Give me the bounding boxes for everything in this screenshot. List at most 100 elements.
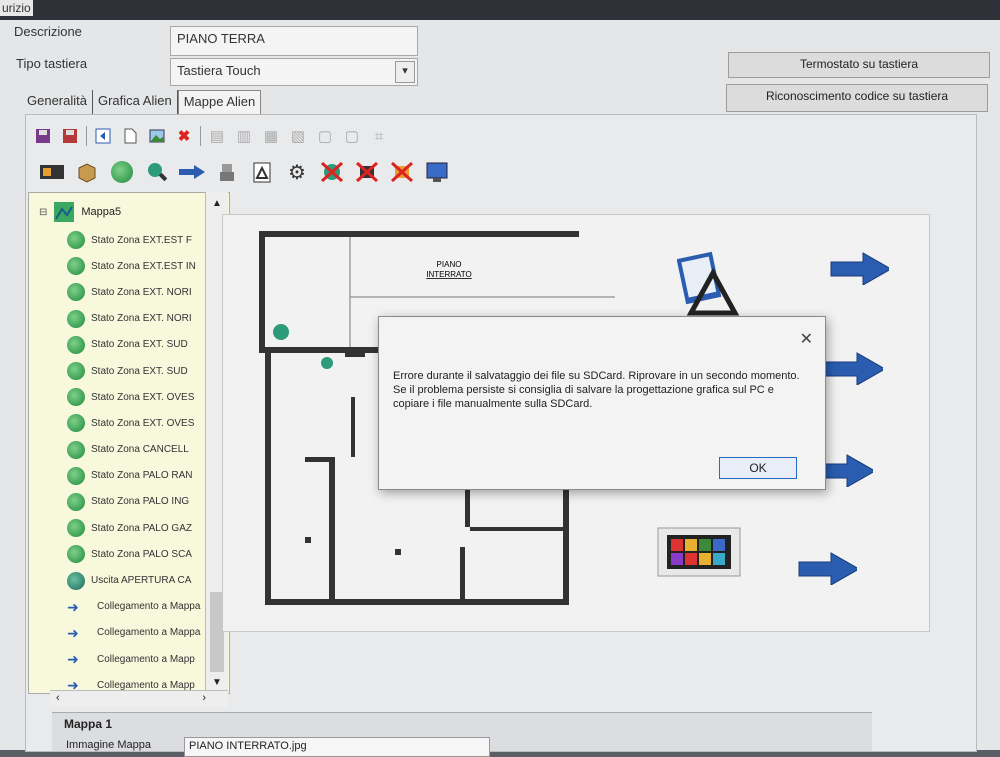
tree-item-label: Stato Zona PALO GAZ <box>91 522 192 534</box>
blue-arrow-icon: ➜ <box>67 598 79 615</box>
green-sensor-icon <box>67 545 85 564</box>
same-width-icon[interactable]: ▢ <box>341 125 363 147</box>
toolbar-objects: ⚙ <box>38 156 451 188</box>
tree-item-label: Collegamento a Mapp <box>97 653 195 665</box>
collapse-icon[interactable]: ⊟ <box>39 207 47 218</box>
descrizione-label: Descrizione <box>14 24 82 39</box>
align-top-icon[interactable]: ▥ <box>233 125 255 147</box>
image-icon[interactable] <box>146 125 168 147</box>
delete-icon[interactable]: ✖ <box>173 125 195 147</box>
image-map-value: PIANO INTERRATO.jpg <box>189 740 307 752</box>
new-page-icon[interactable] <box>119 125 141 147</box>
tree-item-label: Stato Zona EXT. OVES <box>91 417 195 429</box>
ok-button[interactable]: OK <box>719 457 797 479</box>
map-link-arrow-icon[interactable] <box>797 551 857 585</box>
keypad-icon[interactable] <box>38 158 66 186</box>
chevron-down-icon[interactable]: ▾ <box>395 61 415 83</box>
green-sensor-icon <box>67 492 85 511</box>
tree-item-label: Collegamento a Mappa <box>97 601 201 613</box>
close-icon[interactable]: ✕ <box>800 329 813 349</box>
green-sensor-icon <box>67 388 85 407</box>
tree-item-label: Stato Zona EXT.EST IN <box>91 260 196 272</box>
tree-item-label: Stato Zona PALO ING <box>91 496 190 508</box>
map-link-arrow-icon[interactable] <box>178 158 206 186</box>
box-icon[interactable] <box>73 158 101 186</box>
zone-sensor-icon[interactable] <box>108 158 136 186</box>
tree-item-label: Collegamento a Mappa <box>97 627 201 639</box>
tree-root-node[interactable]: ⊟ Mappa5 <box>39 201 121 223</box>
back-icon[interactable] <box>92 125 114 147</box>
image-map-input[interactable]: PIANO INTERRATO.jpg <box>184 737 490 757</box>
scenario-palette-icon[interactable] <box>657 527 741 577</box>
tree-item-label: Stato Zona EXT.EST F <box>91 234 192 246</box>
riconoscimento-codice-button[interactable]: Riconoscimento codice su tastiera <box>726 84 988 112</box>
plan-label-interrato: INTERRATO <box>426 270 471 279</box>
descrizione-input[interactable]: PIANO TERRA <box>170 26 418 56</box>
keypad-device-icon[interactable] <box>677 251 747 321</box>
window-title: urizio <box>0 0 33 16</box>
tab-generalita[interactable]: Generalità <box>22 90 93 114</box>
green-sensor-icon <box>67 231 85 250</box>
gear-icon[interactable]: ⚙ <box>283 158 311 186</box>
tree-horizontal-scrollbar[interactable]: ‹ › <box>50 690 228 707</box>
map-link-arrow-icon[interactable] <box>823 351 883 385</box>
tab-mappe-alien[interactable]: Mappe Alien <box>177 90 262 114</box>
app-window: urizio Descrizione PIANO TERRA Tipo tast… <box>0 0 1000 757</box>
green-sensor-icon <box>67 414 85 433</box>
title-bar: urizio <box>0 0 1000 20</box>
tree-item-label: Uscita APERTURA CA <box>91 575 192 587</box>
tree-item-label: Stato Zona EXT. OVES <box>91 391 195 403</box>
zone-disabled-icon[interactable] <box>318 158 346 186</box>
green-sensor-icon <box>67 309 85 328</box>
scroll-right-icon[interactable]: › <box>202 692 206 704</box>
green-sensor-icon <box>67 466 85 485</box>
align-left-icon[interactable]: ▤ <box>206 125 228 147</box>
magnifier-icon <box>67 571 85 590</box>
scroll-up-icon[interactable]: ▲ <box>206 198 228 209</box>
error-dialog: ✕ Errore durante il salvataggio dei file… <box>378 316 826 490</box>
tipo-tastiera-value: Tastiera Touch <box>177 63 261 78</box>
green-sensor-icon <box>67 440 85 459</box>
map-objects-tree[interactable]: ⊟ Mappa5 Stato Zona EXT.EST F Stato Zona … <box>28 192 230 694</box>
tree-item-label: Stato Zona PALO RAN <box>91 470 193 482</box>
blue-arrow-icon: ➜ <box>67 624 79 641</box>
scenario-disabled-icon[interactable] <box>388 158 416 186</box>
green-sensor-icon <box>67 519 85 538</box>
plan-label-piano: PIANO <box>437 260 462 269</box>
output-disabled-icon[interactable] <box>353 158 381 186</box>
align-right-icon[interactable]: ▧ <box>287 125 309 147</box>
tab-grafica-alien[interactable]: Grafica Alien <box>93 90 178 114</box>
monitor-icon[interactable] <box>423 158 451 186</box>
tree-item-label: Stato Zona EXT. SUD <box>91 339 188 351</box>
robot-icon[interactable] <box>213 158 241 186</box>
green-sensor-icon <box>67 362 85 381</box>
tipo-tastiera-label: Tipo tastiera <box>16 56 88 71</box>
tab-bar: Generalità Grafica Alien Mappe Alien <box>22 90 262 114</box>
tree-root-label: Mappa5 <box>81 206 122 218</box>
same-size-icon[interactable]: ▢ <box>314 125 336 147</box>
map-properties: Mappa 1 Immagine Mappa PIANO INTERRATO.j… <box>52 712 872 757</box>
toolbar-top: ✖ ▤ ▥ ▦ ▧ ▢ ▢ ⌗ <box>32 122 390 150</box>
map-icon <box>54 202 75 222</box>
map-link-arrow-icon[interactable] <box>829 251 889 285</box>
align-bottom-icon[interactable]: ▦ <box>260 125 282 147</box>
green-sensor-icon <box>67 283 85 302</box>
toolbar-separator <box>86 126 87 146</box>
green-sensor-icon <box>67 335 85 354</box>
tree-item-label: Stato Zona EXT. NORI <box>91 313 192 325</box>
tree-item-label: Stato Zona EXT. NORI <box>91 286 192 298</box>
output-magnifier-icon[interactable] <box>143 158 171 186</box>
scroll-left-icon[interactable]: ‹ <box>56 692 60 704</box>
save-sdcard-icon[interactable] <box>59 125 81 147</box>
tree-item-label: Stato Zona CANCELL <box>91 444 189 456</box>
scroll-down-icon[interactable]: ▼ <box>212 677 222 688</box>
save-map-icon[interactable] <box>32 125 54 147</box>
termostato-button[interactable]: Termostato su tastiera <box>728 52 990 78</box>
tipo-tastiera-select[interactable]: Tastiera Touch ▾ <box>170 58 418 86</box>
green-sensor-icon <box>67 257 85 276</box>
resize-icon[interactable]: ⌗ <box>368 125 390 147</box>
tree-item-label: Stato Zona PALO SCA <box>91 548 192 560</box>
document-icon[interactable] <box>248 158 276 186</box>
map-properties-title: Mappa 1 <box>64 717 113 731</box>
tree-item-label: Stato Zona EXT. SUD <box>91 365 188 377</box>
